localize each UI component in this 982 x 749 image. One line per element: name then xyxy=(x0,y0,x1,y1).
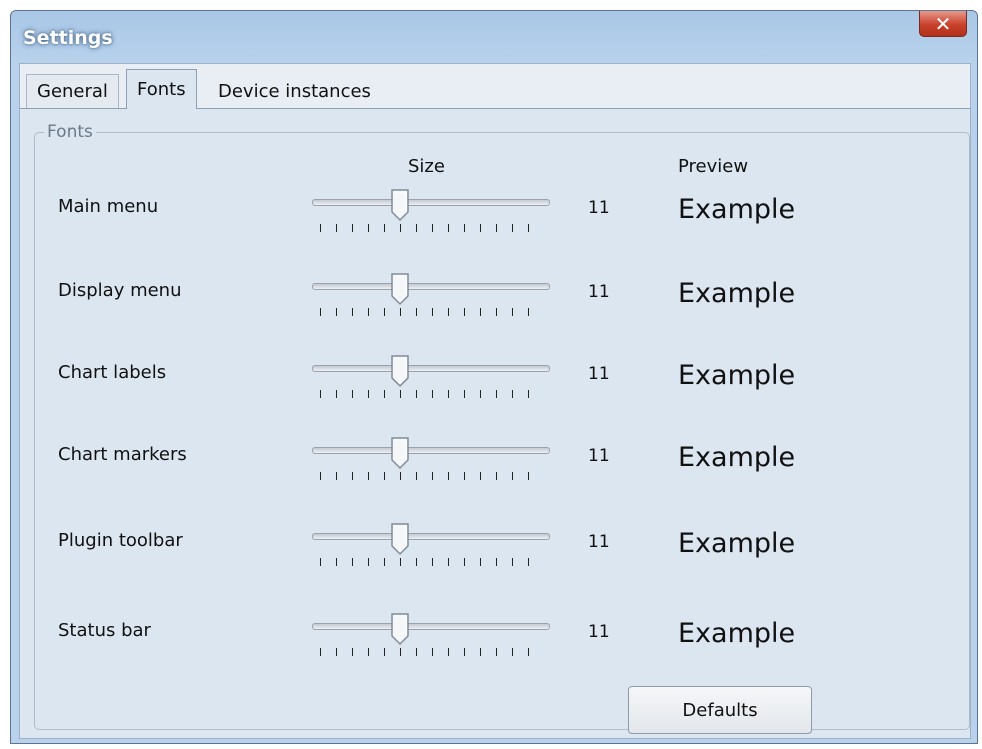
font-size-value-plugin-toolbar: 11 xyxy=(588,532,610,552)
slider-thumb[interactable] xyxy=(390,612,410,646)
font-size-slider-plugin-toolbar[interactable] xyxy=(312,522,550,572)
slider-thumb[interactable] xyxy=(390,522,410,556)
slider-thumb[interactable] xyxy=(390,272,410,306)
tab-device-instances[interactable]: Device instances xyxy=(208,74,381,108)
font-size-value-display-menu: 11 xyxy=(588,282,610,302)
slider-ticks xyxy=(320,558,544,566)
font-size-slider-chart-markers[interactable] xyxy=(312,436,550,486)
slider-ticks xyxy=(320,648,544,656)
close-button[interactable]: ✕ xyxy=(919,11,967,37)
slider-thumb[interactable] xyxy=(390,436,410,470)
font-label-chart-labels: Chart labels xyxy=(58,362,167,383)
font-preview-chart-labels: Example xyxy=(678,360,796,391)
slider-track xyxy=(312,447,550,454)
font-size-slider-main-menu[interactable] xyxy=(312,188,550,238)
font-preview-main-menu: Example xyxy=(678,194,796,225)
slider-ticks xyxy=(320,390,544,398)
defaults-button[interactable]: Defaults xyxy=(628,686,812,734)
font-size-slider-display-menu[interactable] xyxy=(312,272,550,322)
size-column-header: Size xyxy=(408,156,445,177)
settings-window: Settings ✕ General Fonts Device instance… xyxy=(10,10,978,744)
font-preview-status-bar: Example xyxy=(678,618,796,649)
font-size-value-chart-labels: 11 xyxy=(588,364,610,384)
font-size-slider-chart-labels[interactable] xyxy=(312,354,550,404)
font-size-value-main-menu: 11 xyxy=(588,198,610,218)
font-size-slider-status-bar[interactable] xyxy=(312,612,550,662)
slider-ticks xyxy=(320,224,544,232)
font-label-plugin-toolbar: Plugin toolbar xyxy=(58,530,183,551)
tab-general[interactable]: General xyxy=(26,74,119,108)
tab-fonts[interactable]: Fonts xyxy=(126,69,197,109)
slider-thumb[interactable] xyxy=(390,354,410,388)
tab-bar: General Fonts Device instances xyxy=(20,64,970,109)
slider-ticks xyxy=(320,472,544,480)
slider-thumb[interactable] xyxy=(390,188,410,222)
window-title: Settings xyxy=(23,27,113,49)
font-label-chart-markers: Chart markers xyxy=(58,444,187,465)
slider-track xyxy=(312,283,550,290)
font-size-value-status-bar: 11 xyxy=(588,622,610,642)
font-label-display-menu: Display menu xyxy=(58,280,182,301)
slider-track xyxy=(312,365,550,372)
preview-column-header: Preview xyxy=(678,156,749,177)
slider-track xyxy=(312,533,550,540)
fonts-group-title: Fonts xyxy=(44,122,96,142)
font-preview-chart-markers: Example xyxy=(678,442,796,473)
dialog-client-area: General Fonts Device instances Fonts Siz… xyxy=(19,63,971,739)
slider-track xyxy=(312,199,550,206)
font-size-value-chart-markers: 11 xyxy=(588,446,610,466)
font-label-main-menu: Main menu xyxy=(58,196,159,217)
font-preview-plugin-toolbar: Example xyxy=(678,528,796,559)
title-bar[interactable]: Settings ✕ xyxy=(11,11,977,63)
font-preview-display-menu: Example xyxy=(678,278,796,309)
font-label-status-bar: Status bar xyxy=(58,620,151,641)
close-icon: ✕ xyxy=(934,11,952,36)
slider-track xyxy=(312,623,550,630)
slider-ticks xyxy=(320,308,544,316)
